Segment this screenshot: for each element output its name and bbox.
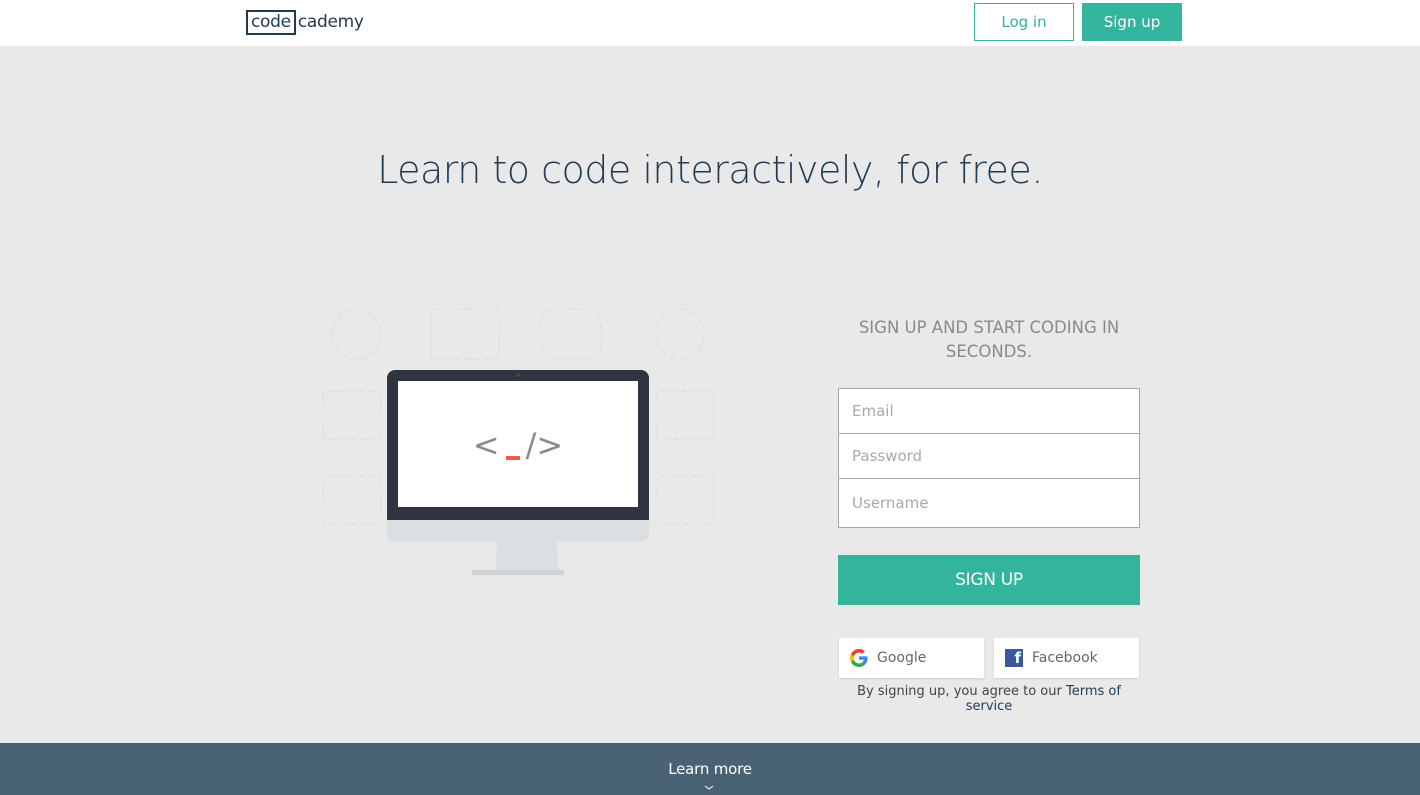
- code-close-bracket: />: [525, 426, 564, 464]
- camera-dot: [516, 373, 520, 377]
- monitor-frame: < />: [387, 370, 649, 520]
- logo-cademy-text: cademy: [297, 12, 364, 32]
- codecademy-logo[interactable]: code cademy: [246, 10, 364, 35]
- background-panel-right-bottom: [655, 475, 715, 525]
- computer-illustration: < />: [320, 300, 720, 590]
- background-browser-icon: [430, 308, 500, 360]
- login-button[interactable]: Log in: [974, 3, 1074, 41]
- monitor-base: [472, 570, 564, 575]
- facebook-label: Facebook: [1032, 650, 1098, 666]
- header-signup-button[interactable]: Sign up: [1082, 3, 1182, 41]
- username-field[interactable]: [839, 479, 1139, 527]
- background-panel-right-top: [655, 390, 715, 440]
- chevron-down-icon[interactable]: [704, 783, 714, 793]
- password-field[interactable]: [839, 434, 1139, 479]
- signup-heading: SIGN UP AND START CODING IN SECONDS.: [858, 318, 1120, 361]
- monitor-chin: [387, 520, 649, 542]
- background-panel-left-top: [322, 390, 382, 440]
- google-icon: [850, 649, 868, 667]
- signup-submit-button[interactable]: SIGN UP: [838, 555, 1140, 605]
- hero-title: Learn to code interactively, for free.: [377, 148, 1043, 192]
- facebook-signup-button[interactable]: f Facebook: [994, 638, 1139, 678]
- facebook-icon: f: [1005, 649, 1023, 667]
- background-panel-left-bottom: [322, 475, 382, 525]
- monitor-stand: [495, 542, 559, 570]
- background-gem-icon: [540, 308, 602, 360]
- top-navigation-bar: code cademy Log in Sign up: [0, 0, 1420, 46]
- learn-more-link[interactable]: Learn more: [0, 760, 1420, 778]
- cursor-underscore: [505, 456, 520, 460]
- email-field[interactable]: [839, 389, 1139, 434]
- monitor-screen: < />: [398, 381, 638, 507]
- google-signup-button[interactable]: Google: [839, 638, 984, 678]
- logo-code-box: code: [246, 10, 296, 35]
- terms-notice: By signing up, you agree to our Terms of…: [838, 684, 1140, 714]
- terms-prefix: By signing up, you agree to our: [857, 684, 1066, 699]
- learn-more-bar[interactable]: Learn more: [0, 743, 1420, 795]
- google-label: Google: [877, 650, 927, 666]
- background-puzzle-icon: [330, 308, 382, 360]
- code-symbol-icon: < />: [398, 426, 638, 464]
- signup-form-fields: [838, 388, 1140, 528]
- code-open-bracket: <: [472, 426, 500, 464]
- background-phone-icon: [655, 308, 705, 360]
